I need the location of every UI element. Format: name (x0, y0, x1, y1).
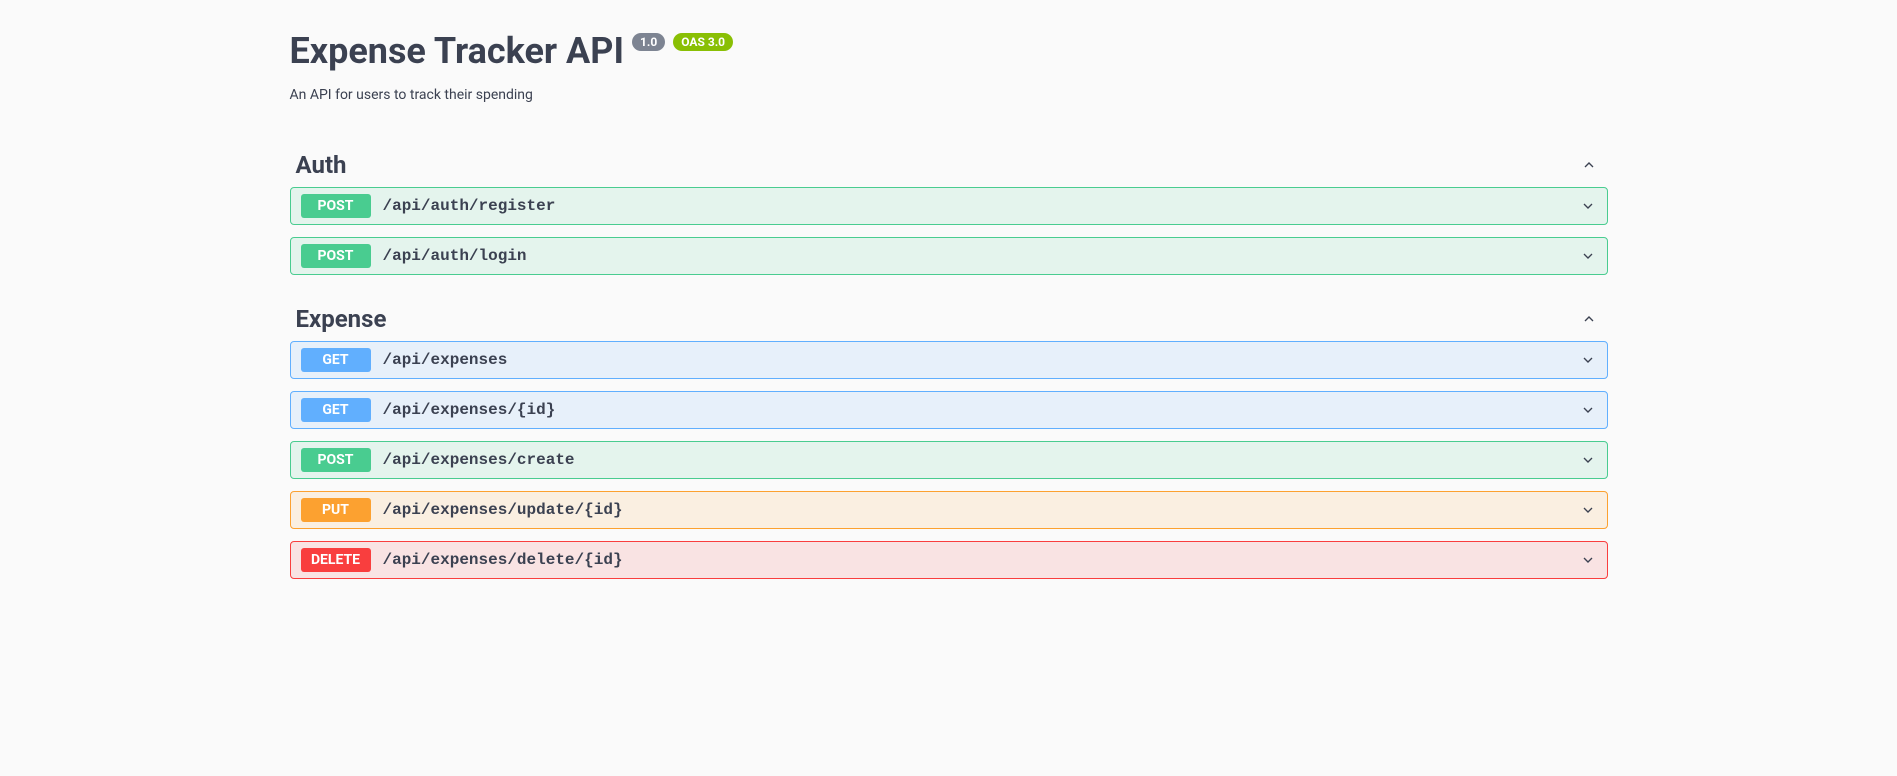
operation-path: /api/expenses/create (383, 451, 1579, 469)
method-badge: POST (301, 448, 371, 472)
method-badge: PUT (301, 498, 371, 522)
tag-header-auth[interactable]: Auth (290, 143, 1608, 187)
chevron-down-icon (1579, 551, 1597, 569)
chevron-down-icon (1579, 197, 1597, 215)
operation-expenses-delete[interactable]: DELETE /api/expenses/delete/{id} (290, 541, 1608, 579)
method-badge: GET (301, 398, 371, 422)
api-doc-container: Expense Tracker API 1.0 OAS 3.0 An API f… (284, 30, 1614, 579)
operation-auth-register[interactable]: POST /api/auth/register (290, 187, 1608, 225)
chevron-down-icon (1579, 351, 1597, 369)
method-badge: GET (301, 348, 371, 372)
chevron-down-icon (1579, 401, 1597, 419)
operation-expenses-get[interactable]: GET /api/expenses/{id} (290, 391, 1608, 429)
method-badge: POST (301, 194, 371, 218)
operation-path: /api/auth/register (383, 197, 1579, 215)
tag-name: Auth (296, 151, 347, 179)
chevron-up-icon (1580, 156, 1598, 174)
operation-auth-login[interactable]: POST /api/auth/login (290, 237, 1608, 275)
operation-expenses-list[interactable]: GET /api/expenses (290, 341, 1608, 379)
operation-path: /api/expenses/delete/{id} (383, 551, 1579, 569)
version-badge: 1.0 (632, 33, 665, 51)
chevron-down-icon (1579, 247, 1597, 265)
oas-badge: OAS 3.0 (673, 33, 733, 51)
tag-name: Expense (296, 305, 387, 333)
tag-header-expense[interactable]: Expense (290, 297, 1608, 341)
api-header: Expense Tracker API 1.0 OAS 3.0 An API f… (290, 30, 1608, 103)
api-description: An API for users to track their spending (290, 87, 1608, 103)
api-title: Expense Tracker API (290, 30, 624, 73)
tag-section-auth: Auth POST /api/auth/register POST /api/a… (290, 143, 1608, 275)
operation-path: /api/auth/login (383, 247, 1579, 265)
operation-path: /api/expenses (383, 351, 1579, 369)
operation-expenses-create[interactable]: POST /api/expenses/create (290, 441, 1608, 479)
method-badge: POST (301, 244, 371, 268)
title-row: Expense Tracker API 1.0 OAS 3.0 (290, 30, 1608, 73)
chevron-down-icon (1579, 501, 1597, 519)
chevron-up-icon (1580, 310, 1598, 328)
operation-path: /api/expenses/update/{id} (383, 501, 1579, 519)
operation-path: /api/expenses/{id} (383, 401, 1579, 419)
chevron-down-icon (1579, 451, 1597, 469)
tag-section-expense: Expense GET /api/expenses GET /api/expen… (290, 297, 1608, 579)
method-badge: DELETE (301, 548, 371, 572)
operation-expenses-update[interactable]: PUT /api/expenses/update/{id} (290, 491, 1608, 529)
